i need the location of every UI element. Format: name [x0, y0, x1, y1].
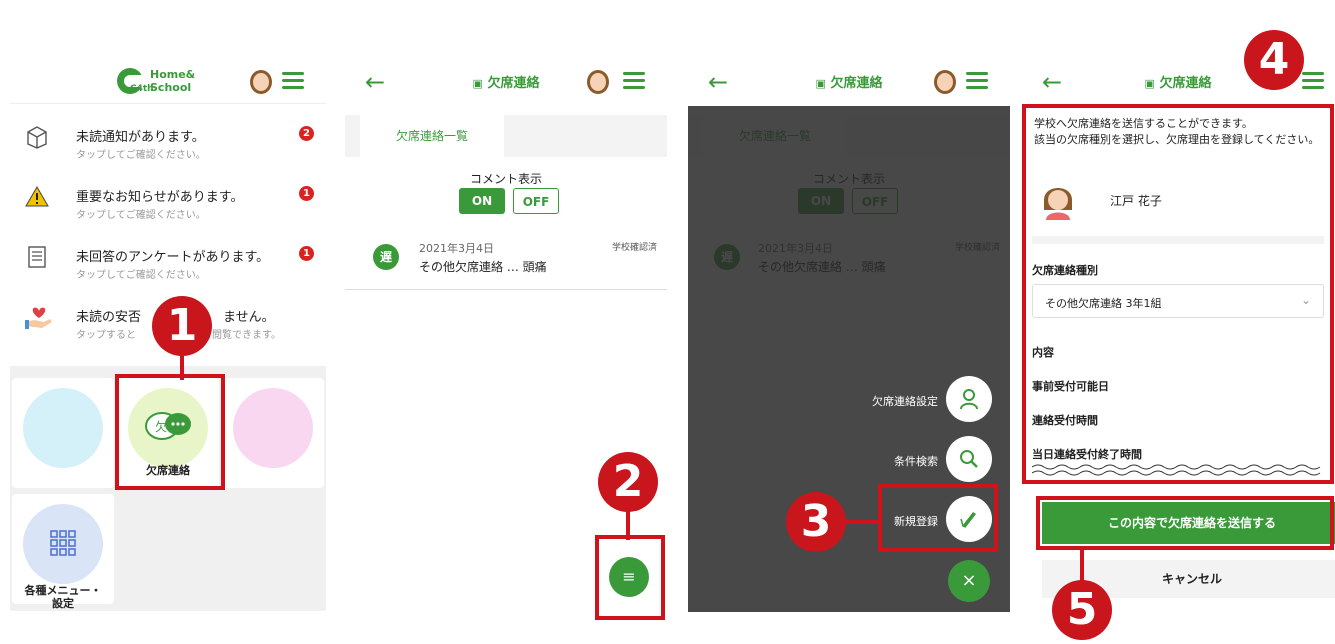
absence-item[interactable]: 遅 2021年3月4日 学校確認済 その他欠席連絡 … 頭痛 — [345, 228, 667, 290]
absence-title-icon: ▣ — [472, 77, 483, 90]
child-avatar[interactable] — [587, 70, 609, 94]
tile-blank-pink[interactable] — [222, 378, 324, 488]
warning-icon — [24, 184, 50, 210]
box-icon — [24, 124, 50, 150]
step-1-marker: 1 — [152, 296, 212, 356]
survey-icon — [24, 244, 50, 270]
child-avatar[interactable] — [934, 70, 956, 94]
absence-list-screen: ← ▣ 欠席連絡 欠席連絡一覧 コメント表示 ON OFF 遅 2021年3月4… — [345, 0, 667, 644]
notification-important[interactable]: 重要なお知らせがあります。 タップしてご確認ください。 1 — [10, 172, 326, 228]
late-badge: 遅 — [373, 244, 399, 270]
app-logo: C4th Home& School — [114, 66, 224, 98]
comment-on-button[interactable]: ON — [459, 188, 505, 214]
close-menu-button[interactable]: × — [948, 560, 990, 602]
tile-menu-settings[interactable]: 各種メニュー・ 設定 — [12, 494, 114, 610]
tile-blank-blue[interactable] — [12, 378, 114, 488]
survey-badge: 1 — [299, 246, 314, 261]
step-4-highlight — [1022, 104, 1334, 484]
important-badge: 1 — [299, 186, 314, 201]
hamburger-menu-icon[interactable] — [1302, 72, 1324, 90]
child-avatar[interactable] — [250, 70, 272, 94]
unread-badge: 2 — [299, 126, 314, 141]
hamburger-menu-icon[interactable] — [282, 72, 304, 90]
absence-settings-button[interactable] — [946, 376, 992, 422]
notification-survey[interactable]: 未回答のアンケートがあります。 タップしてご確認ください。 1 — [10, 232, 326, 288]
tab-bar: 欠席連絡一覧 — [345, 115, 667, 157]
hamburger-menu-icon[interactable] — [966, 72, 988, 90]
home-header: C4th Home& School — [10, 60, 326, 106]
absence-header: ← ▣ 欠席連絡 — [345, 60, 667, 106]
step-3-marker: 3 — [786, 492, 846, 552]
condition-search-button[interactable] — [946, 436, 992, 482]
comment-toggle-label: コメント表示 — [469, 172, 542, 186]
step-1-highlight — [115, 374, 225, 490]
condition-search-label: 条件検索 — [894, 455, 938, 468]
absence-menu-screen: ← ▣ 欠席連絡 欠席連絡一覧 コメント表示 ON OFF 遅 2021年3月4… — [688, 0, 1010, 644]
grid-icon — [50, 530, 76, 556]
step-5-marker: 5 — [1052, 580, 1112, 640]
tab-absence-list[interactable]: 欠席連絡一覧 — [360, 115, 504, 157]
step-3-highlight — [878, 484, 998, 552]
absence-header: ← ▣ 欠席連絡 — [688, 60, 1010, 106]
home-screen: C4th Home& School 未読通知があります。 タップしてご確認くださ… — [10, 0, 326, 644]
absence-settings-label: 欠席連絡設定 — [872, 395, 938, 408]
step-2-highlight — [595, 535, 665, 620]
notification-unread[interactable]: 未読通知があります。 タップしてご確認ください。 2 — [10, 112, 326, 168]
absence-form-screen: ← ▣ 欠席連絡 学校へ欠席連絡を送信することができます。 該当の欠席種別を選択… — [1022, 0, 1335, 644]
step-4-marker: 4 — [1244, 30, 1304, 90]
heart-hand-icon — [24, 304, 52, 330]
step-5-highlight — [1036, 496, 1334, 550]
absence-title-icon: ▣ — [815, 77, 826, 90]
comment-off-button[interactable]: OFF — [513, 188, 559, 214]
absence-title-icon: ▣ — [1144, 77, 1155, 90]
step-3-connector — [844, 520, 878, 524]
hamburger-menu-icon[interactable] — [623, 72, 645, 90]
step-2-marker: 2 — [598, 452, 658, 512]
